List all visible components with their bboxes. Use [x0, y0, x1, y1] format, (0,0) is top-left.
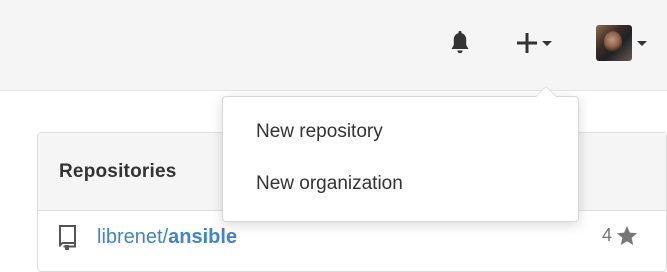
- create-new-button[interactable]: [516, 30, 552, 56]
- top-header: [0, 0, 667, 91]
- user-menu-button[interactable]: [596, 24, 647, 62]
- repo-owner: librenet/: [97, 225, 169, 248]
- chevron-down-icon: [637, 40, 647, 46]
- avatar: [596, 25, 632, 61]
- plus-icon: [517, 33, 537, 53]
- repo-link[interactable]: librenet/ansible: [97, 226, 237, 249]
- star-icon: [617, 226, 637, 245]
- star-count: 4: [602, 225, 638, 246]
- menu-item-new-organization[interactable]: New organization: [223, 171, 578, 197]
- notifications-button[interactable]: [447, 28, 473, 58]
- bell-icon: [451, 31, 469, 54]
- star-count-value: 4: [601, 225, 612, 245]
- repositories-title: Repositories: [59, 160, 177, 182]
- chevron-down-icon: [542, 40, 552, 46]
- create-dropdown-menu: New repository New organization: [222, 86, 579, 222]
- menu-item-new-repository[interactable]: New repository: [223, 119, 578, 145]
- repo-icon: [59, 225, 76, 250]
- repo-name: ansible: [168, 225, 238, 248]
